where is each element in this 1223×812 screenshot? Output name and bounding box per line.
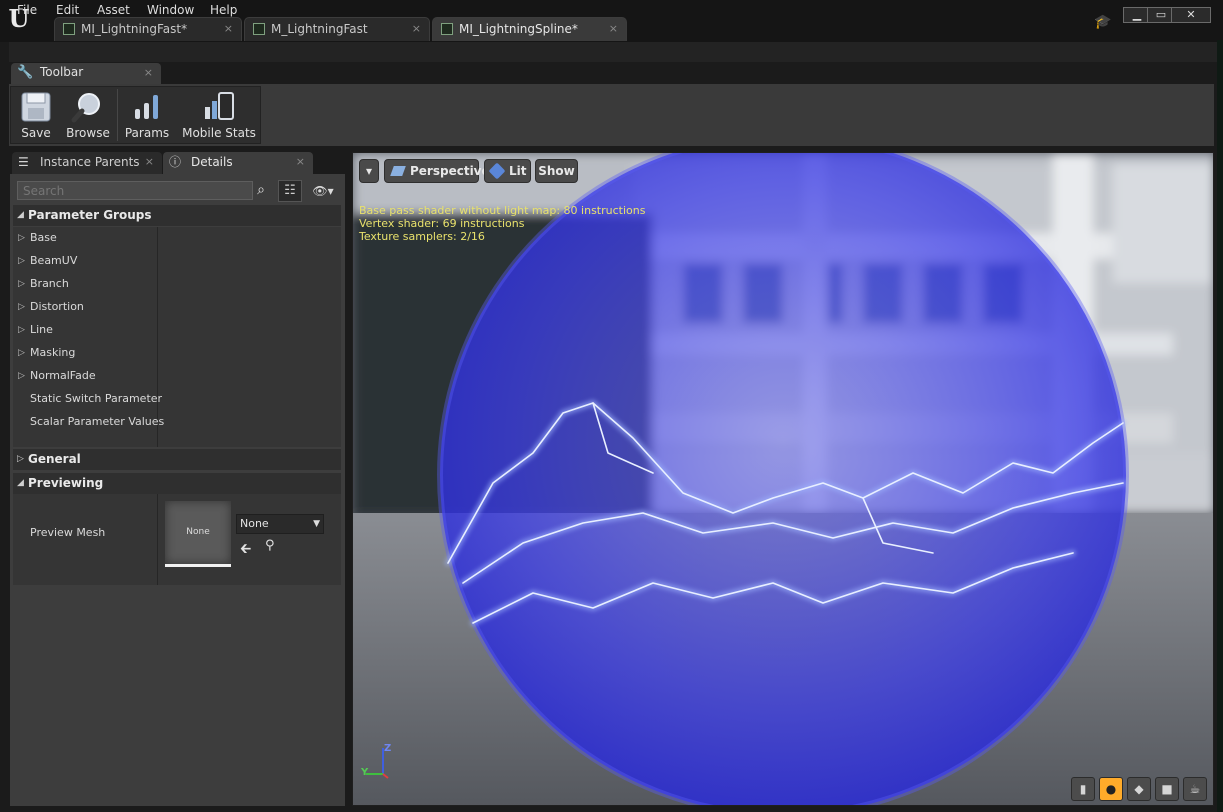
plane-icon: ◆ <box>1134 782 1144 796</box>
tab-close-icon[interactable]: × <box>145 152 154 172</box>
perspective-cube-icon <box>390 166 406 176</box>
expand-arrow-icon: ▷ <box>18 325 25 335</box>
menu-asset[interactable]: Asset <box>97 1 130 19</box>
column-divider[interactable] <box>157 494 158 585</box>
tab-close-icon[interactable]: × <box>412 18 421 40</box>
menu-edit[interactable]: Edit <box>56 1 79 19</box>
preview-mesh-label: Preview Mesh <box>30 526 106 539</box>
perspective-button[interactable]: Perspective <box>384 159 490 183</box>
collapse-arrow-icon: ◢ <box>17 478 24 488</box>
expand-arrow-icon: ▷ <box>17 454 24 464</box>
cube-preview-button[interactable]: ■ <box>1155 777 1179 801</box>
magnifier-icon <box>71 93 100 123</box>
use-selected-arrow-icon[interactable]: 🡰 <box>240 538 251 562</box>
collapse-arrow-icon: ◢ <box>17 210 24 220</box>
toolbar-tab-close-icon[interactable]: × <box>144 66 153 79</box>
tab-mi-lightningfast[interactable]: MI_LightningFast* × <box>54 17 242 41</box>
view-options-button[interactable]: 👁▾ <box>306 181 340 201</box>
menu-bar <box>9 42 1217 62</box>
tab-close-icon[interactable]: × <box>224 18 233 40</box>
material-instance-icon <box>441 23 453 35</box>
thumbnail-none-text: None <box>186 527 210 537</box>
save-icon <box>21 92 51 122</box>
sphere-icon: ● <box>1105 782 1117 796</box>
expand-arrow-icon: ▷ <box>18 233 25 243</box>
axis-y-label: Y <box>361 767 369 778</box>
tab-m-lightningfast[interactable]: M_LightningFast × <box>244 17 430 41</box>
browse-asset-search-icon[interactable]: ⚲ <box>265 538 275 553</box>
axis-z-label: Z <box>384 743 392 754</box>
teapot-icon: ☕ <box>1189 782 1201 796</box>
browse-button[interactable]: Browse <box>63 88 113 142</box>
search-input[interactable] <box>17 181 253 200</box>
hierarchy-icon: ☰ <box>18 155 29 169</box>
property-matrix-button[interactable]: ☷ <box>278 180 302 202</box>
shader-stats: Base pass shader without light map: 80 i… <box>359 204 646 243</box>
toolbar-separator <box>117 89 118 141</box>
teapot-preview-button[interactable]: ☕ <box>1183 777 1207 801</box>
expand-arrow-icon: ▷ <box>18 371 25 381</box>
cube-icon: ■ <box>1161 782 1173 796</box>
list-view-icon: ☷ <box>284 183 296 198</box>
search-icon: ⌕ <box>257 182 265 198</box>
mobile-stats-button[interactable]: Mobile Stats <box>180 88 258 142</box>
tab-close-icon[interactable]: × <box>609 18 618 40</box>
background-window-edge <box>1217 40 1223 812</box>
category-general[interactable]: ▷ General <box>13 449 341 470</box>
params-button[interactable]: Params <box>122 88 172 142</box>
save-button[interactable]: Save <box>14 88 58 142</box>
category-parameter-groups[interactable]: ◢ Parameter Groups <box>13 205 341 226</box>
tab-instance-parents[interactable]: ☰ Instance Parents × <box>12 152 162 174</box>
learn-cap-icon[interactable]: 🎓 <box>1094 14 1112 30</box>
viewport-scene <box>353 153 1213 805</box>
material-instance-icon <box>63 23 75 35</box>
material-icon <box>253 23 265 35</box>
eye-icon: 👁▾ <box>312 184 334 198</box>
cylinder-preview-button[interactable]: ▮ <box>1071 777 1095 801</box>
details-info-icon: ⓘ <box>169 155 182 169</box>
expand-arrow-icon: ▷ <box>18 279 25 289</box>
cylinder-icon: ▮ <box>1079 782 1087 796</box>
expand-arrow-icon: ▷ <box>18 348 25 358</box>
expand-arrow-icon: ▷ <box>18 256 25 266</box>
menu-help[interactable]: Help <box>210 1 237 19</box>
preview-viewport[interactable] <box>352 152 1214 806</box>
category-previewing[interactable]: ◢ Previewing <box>13 473 341 494</box>
lit-sphere-icon <box>488 162 506 180</box>
toolbar-tab[interactable]: 🔧 Toolbar × <box>11 63 161 84</box>
wrench-icon: 🔧 <box>17 65 34 80</box>
plane-preview-button[interactable]: ◆ <box>1127 777 1151 801</box>
tab-details[interactable]: ⓘ Details × <box>163 152 313 174</box>
params-icon <box>135 95 158 119</box>
chevron-down-icon: ▼ <box>313 519 320 529</box>
show-button[interactable]: Show <box>535 159 578 183</box>
menu-window[interactable]: Window <box>147 1 194 19</box>
lit-button[interactable]: Lit <box>484 159 531 183</box>
viewport-options-menu[interactable]: ▾ <box>359 159 379 183</box>
sphere-preview-button[interactable]: ● <box>1099 777 1123 801</box>
tab-close-icon[interactable]: × <box>296 152 305 172</box>
preview-mesh-combo[interactable]: None ▼ <box>236 514 324 534</box>
close-window-button[interactable]: ✕ <box>1171 7 1211 23</box>
mobile-stats-icon <box>205 92 234 120</box>
menu-file[interactable]: File <box>17 1 37 19</box>
tab-mi-lightningspline[interactable]: MI_LightningSpline* × <box>432 17 627 41</box>
expand-arrow-icon: ▷ <box>18 302 25 312</box>
